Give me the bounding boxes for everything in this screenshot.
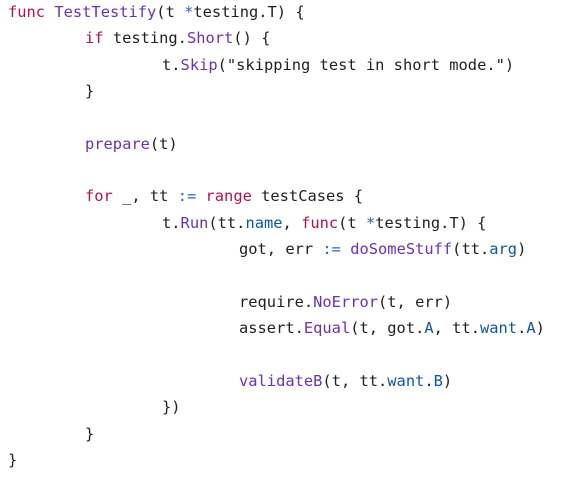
code-token: Equal xyxy=(303,319,351,337)
code-token: (t) xyxy=(149,135,178,153)
code-token: func xyxy=(8,3,46,21)
code-token: (t, tt. xyxy=(322,372,388,390)
code-token: := xyxy=(322,240,341,258)
code-token: _, tt xyxy=(112,187,178,205)
code-token: NoError xyxy=(313,293,379,311)
code-token: name xyxy=(245,214,283,232)
code-token: * xyxy=(365,214,376,232)
code-token: (tt. xyxy=(452,240,490,258)
code-token: }) xyxy=(162,398,181,416)
code-token: want xyxy=(387,372,425,390)
code-token: ) xyxy=(517,240,527,258)
code-token: ) xyxy=(535,319,545,337)
code-token: testCases { xyxy=(251,187,364,205)
code-token: (t xyxy=(156,3,185,21)
code-token: A xyxy=(424,319,434,337)
code-token: got, err xyxy=(239,240,323,258)
code-token: (t, got. xyxy=(350,319,425,337)
code-token: () { xyxy=(233,29,271,47)
code-line: t.Skip("skipping test in short mode.") xyxy=(162,53,514,77)
code-token: * xyxy=(184,3,194,21)
code-token: validateB xyxy=(239,372,323,390)
code-token: (t, err) xyxy=(378,293,453,311)
code-line: } xyxy=(85,79,94,103)
code-token: := xyxy=(177,187,197,205)
code-token: (t xyxy=(338,214,366,232)
code-token: , tt. xyxy=(433,319,480,337)
code-line: validateB(t, tt.want.B) xyxy=(239,369,452,393)
code-token: . xyxy=(424,372,434,390)
code-line: assert.Equal(t, got.A, tt.want.A) xyxy=(239,316,545,340)
code-token: arg xyxy=(489,240,518,258)
code-token: range xyxy=(205,187,252,205)
code-token: Short xyxy=(186,29,234,47)
code-token: want xyxy=(479,319,518,337)
code-token: t. xyxy=(162,214,181,232)
code-line: require.NoError(t, err) xyxy=(239,290,452,314)
code-token: testing.T) { xyxy=(375,214,487,232)
code-token: . xyxy=(517,319,527,337)
code-token: t. xyxy=(162,56,181,74)
code-token: assert. xyxy=(239,319,304,337)
code-token: testing. xyxy=(103,29,187,47)
code-token: , xyxy=(282,214,302,232)
code-line: if testing.Short() { xyxy=(85,26,270,50)
code-line: prepare(t) xyxy=(85,132,178,156)
code-line: }) xyxy=(162,395,181,419)
code-line: for _, tt := range testCases { xyxy=(85,184,363,208)
code-token: prepare xyxy=(85,135,150,153)
code-token: A xyxy=(526,319,536,337)
code-token: Skip xyxy=(180,56,218,74)
code-token: } xyxy=(85,425,95,443)
code-token: (tt. xyxy=(208,214,246,232)
code-token: require. xyxy=(239,293,314,311)
code-token: } xyxy=(8,451,18,469)
code-line: func TestTestify(t *testing.T) { xyxy=(8,0,305,24)
code-line: } xyxy=(8,448,17,472)
code-token: B xyxy=(433,372,443,390)
code-token: doSomeStuff xyxy=(350,240,453,258)
code-line: } xyxy=(85,422,94,446)
code-line: got, err := doSomeStuff(tt.arg) xyxy=(239,237,526,261)
code-token: if xyxy=(85,29,104,47)
code-line: t.Run(tt.name, func(t *testing.T) { xyxy=(162,211,486,235)
code-token: func xyxy=(301,214,339,232)
code-token: } xyxy=(85,82,95,100)
code-token: Run xyxy=(180,214,209,232)
code-token: for xyxy=(85,187,113,205)
code-view: func TestTestify(t *testing.T) {if testi… xyxy=(0,0,566,498)
code-token: TestTestify xyxy=(54,3,157,21)
code-token: ("skipping test in short mode.") xyxy=(217,56,515,74)
code-token: ) xyxy=(442,372,453,390)
code-token: testing.T) { xyxy=(193,3,305,21)
